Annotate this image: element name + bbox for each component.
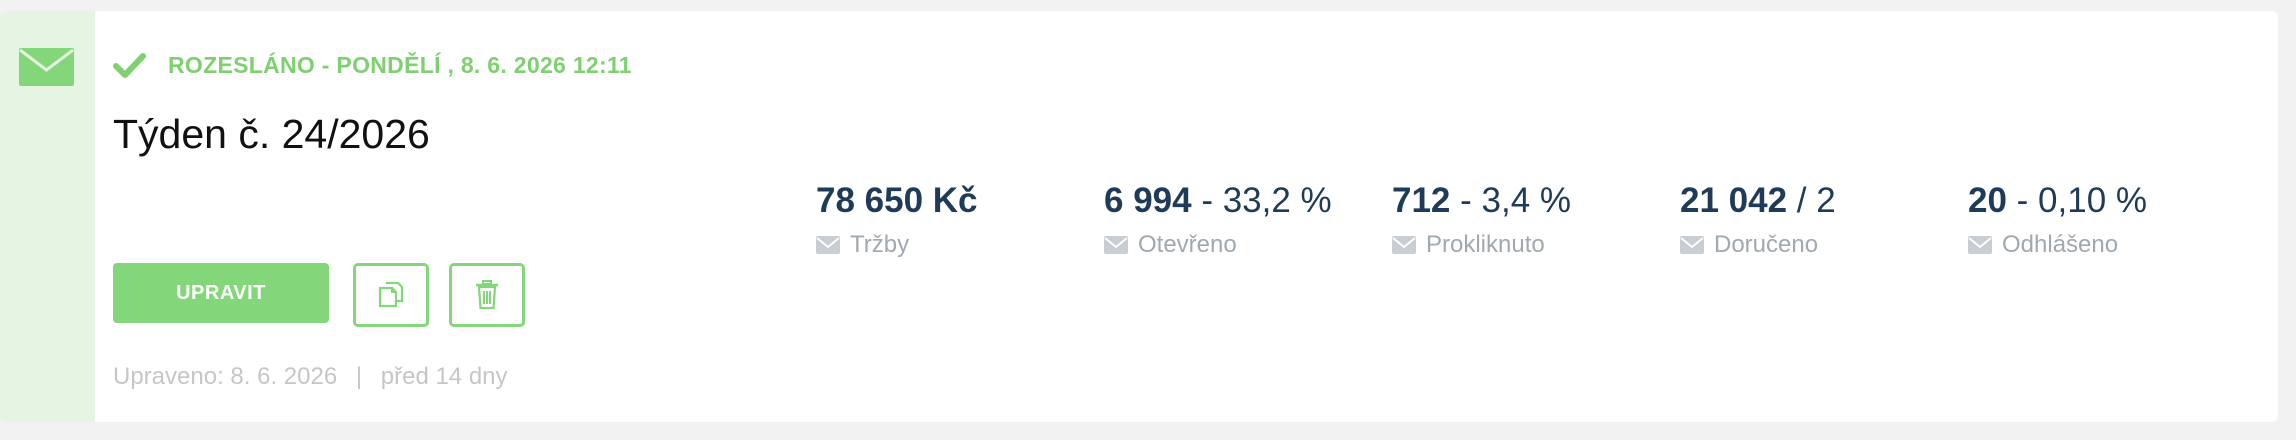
- envelope-icon: [1968, 236, 1992, 254]
- stat-label-text: Tržby: [850, 231, 910, 258]
- stat-main: 712: [1392, 181, 1451, 220]
- stat-label: Odhlášeno: [1968, 231, 2147, 259]
- stat-label-text: Doručeno: [1714, 231, 1819, 258]
- campaign-card: ROZESLÁNO - PONDĚLÍ , 8. 6. 2026 12:11 T…: [0, 11, 2278, 422]
- stat-sub: / 2: [1787, 181, 1836, 220]
- stat-main: 6 994: [1104, 181, 1192, 220]
- stat-value: 21 042 / 2: [1680, 181, 1836, 221]
- modified-date: 8. 6. 2026: [230, 363, 338, 390]
- stat-main: 20: [1968, 181, 2007, 220]
- envelope-icon: [1680, 236, 1704, 254]
- stat-unsubscribed: 20 - 0,10 % Odhlášeno: [1968, 181, 2147, 259]
- stat-value: 20 - 0,10 %: [1968, 181, 2147, 221]
- sent-status: ROZESLÁNO - PONDĚLÍ , 8. 6. 2026 12:11: [113, 52, 632, 79]
- stat-label-text: Odhlášeno: [2002, 231, 2119, 258]
- stat-label: Prokliknuto: [1392, 231, 1571, 259]
- stat-sub: - 33,2 %: [1191, 181, 1332, 220]
- envelope-icon: [816, 236, 840, 254]
- stat-label: Otevřeno: [1104, 231, 1332, 259]
- stat-label: Tržby: [816, 231, 978, 259]
- modified-relative: před 14 dny: [380, 363, 508, 390]
- envelope-icon: [1392, 236, 1416, 254]
- stat-main: 78 650 Kč: [816, 181, 978, 220]
- modified-label: Upraveno:: [113, 363, 224, 390]
- stat-label-text: Prokliknuto: [1426, 231, 1545, 258]
- delete-button[interactable]: [449, 263, 525, 327]
- stat-main: 21 042: [1680, 181, 1788, 220]
- modified-info: Upraveno: 8. 6. 2026 | před 14 dny: [113, 363, 508, 391]
- stat-sub: - 0,10 %: [2006, 181, 2148, 220]
- stat-label: Doručeno: [1680, 231, 1836, 259]
- copy-button[interactable]: [353, 263, 429, 327]
- stat-opened: 6 994 - 33,2 % Otevřeno: [1104, 181, 1332, 259]
- stat-sub: - 3,4 %: [1450, 181, 1572, 220]
- envelope-icon: [19, 48, 74, 86]
- stat-value: 78 650 Kč: [816, 181, 978, 221]
- stat-label-text: Otevřeno: [1138, 231, 1237, 258]
- envelope-icon: [1104, 236, 1128, 254]
- copy-icon: [378, 281, 404, 308]
- stat-revenue: 78 650 Kč Tržby: [816, 181, 978, 259]
- stat-value: 712 - 3,4 %: [1392, 181, 1571, 221]
- stat-delivered: 21 042 / 2 Doručeno: [1680, 181, 1836, 259]
- stat-clicked: 712 - 3,4 % Prokliknuto: [1392, 181, 1571, 259]
- checkmark-icon: [113, 52, 146, 78]
- edit-button[interactable]: UPRAVIT: [113, 263, 329, 323]
- sent-status-text: ROZESLÁNO - PONDĚLÍ , 8. 6. 2026 12:11: [168, 52, 632, 78]
- stat-value: 6 994 - 33,2 %: [1104, 181, 1332, 221]
- trash-icon: [476, 280, 498, 310]
- campaign-title: Týden č. 24/2026: [113, 111, 430, 157]
- campaign-status-strip: [0, 11, 95, 422]
- meta-separator: |: [355, 363, 363, 390]
